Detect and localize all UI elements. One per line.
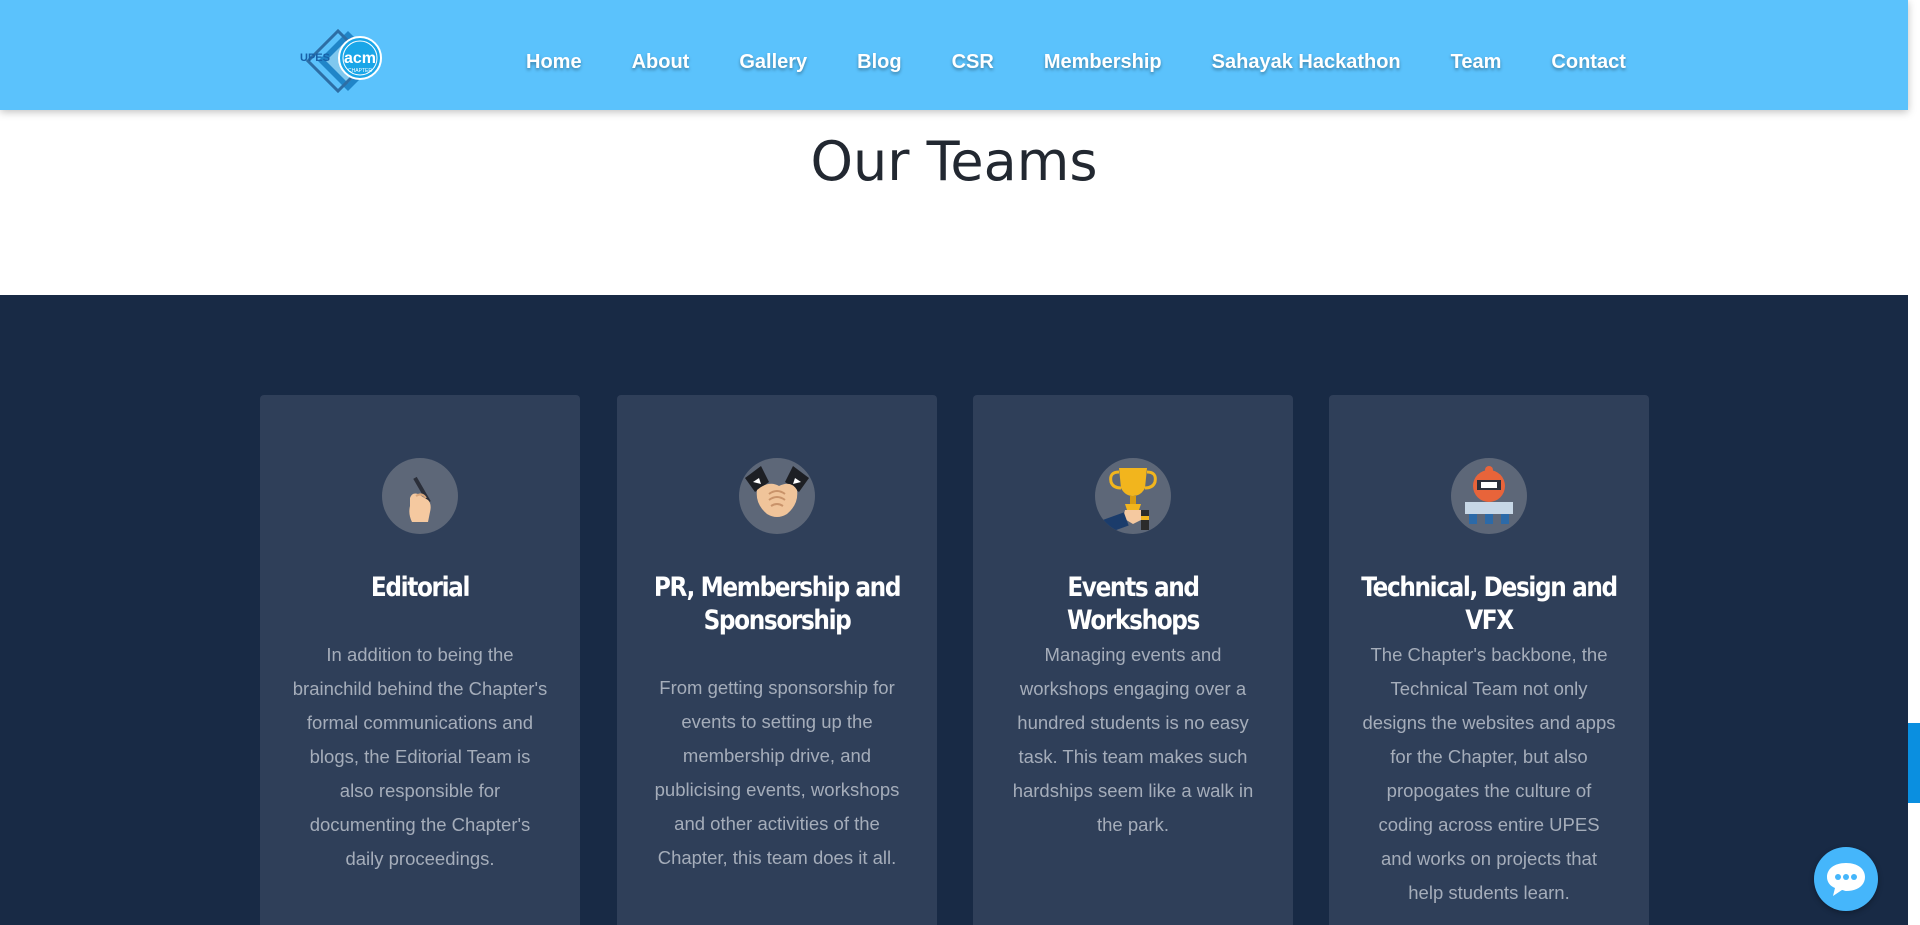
team-card-pr-membership: PR, Membership and Sponsorship From gett… xyxy=(617,395,937,925)
teams-section: Editorial In addition to being the brain… xyxy=(0,295,1908,925)
scrollbar-thumb[interactable] xyxy=(1908,723,1920,803)
text-line: task. This team makes such xyxy=(1018,746,1248,767)
team-description: Managing events and workshops engaging o… xyxy=(993,638,1273,842)
navbar: acm CHAPTER UPES Home About Gallery Blog… xyxy=(0,0,1908,110)
hero-section: Our Teams xyxy=(0,110,1908,295)
team-title: Technical, Design and VFX xyxy=(1361,572,1618,636)
text-line: brainchild behind the Chapter's xyxy=(292,678,548,699)
text-line: events to setting up the xyxy=(681,711,873,732)
nav-about[interactable]: About xyxy=(632,51,690,74)
nav-csr[interactable]: CSR xyxy=(952,51,994,74)
team-title: PR, Membership and Sponsorship xyxy=(648,571,906,637)
team-title: Editorial xyxy=(370,572,471,603)
team-description: The Chapter's backbone, the Technical Te… xyxy=(1349,638,1629,910)
text-line: propogates the culture of xyxy=(1386,780,1592,801)
page-title: Our Teams xyxy=(810,130,1098,193)
nav-home[interactable]: Home xyxy=(526,51,582,74)
text-line: publicising events, workshops xyxy=(654,779,900,800)
text-line: In addition to being the xyxy=(326,644,514,665)
logo-text: acm xyxy=(344,50,376,67)
text-line: Technical Team not only xyxy=(1390,678,1588,699)
text-line: coding across entire UPES xyxy=(1378,814,1600,835)
nav-gallery[interactable]: Gallery xyxy=(739,51,807,74)
robot-coder-icon xyxy=(1451,458,1527,534)
nav-team[interactable]: Team xyxy=(1451,51,1502,74)
text-line: hundred students is no easy xyxy=(1017,712,1249,733)
text-line: designs the websites and apps xyxy=(1362,712,1616,733)
acm-logo[interactable]: acm CHAPTER UPES xyxy=(298,28,396,94)
text-line: help students learn. xyxy=(1408,882,1570,903)
text-line: From getting sponsorship for xyxy=(659,677,895,698)
handshake-icon xyxy=(739,458,815,534)
logo-prefix: UPES xyxy=(300,52,330,64)
chat-button[interactable] xyxy=(1814,847,1878,911)
text-line: workshops engaging over a xyxy=(1019,678,1247,699)
team-card-technical: Technical, Design and VFX The Chapter's … xyxy=(1329,395,1649,925)
text-line: blogs, the Editorial Team is xyxy=(309,746,531,767)
text-line: the park. xyxy=(1097,814,1169,835)
nav-contact[interactable]: Contact xyxy=(1551,51,1625,74)
nav-blog[interactable]: Blog xyxy=(857,51,901,74)
main-nav: Home About Gallery Blog CSR Membership S… xyxy=(526,51,1626,74)
text-line: also responsible for xyxy=(339,780,501,801)
nav-sahayak-hackathon[interactable]: Sahayak Hackathon xyxy=(1212,51,1401,74)
text-line: hardships seem like a walk in xyxy=(1012,780,1254,801)
text-line: The Chapter's backbone, the xyxy=(1370,644,1608,665)
team-title-line: Sponsorship xyxy=(703,605,852,636)
nav-membership[interactable]: Membership xyxy=(1044,51,1162,74)
team-description: From getting sponsorship for events to s… xyxy=(637,671,917,875)
hand-writing-icon xyxy=(382,458,458,534)
chat-bubble-icon xyxy=(1827,863,1865,896)
text-line: membership drive, and xyxy=(682,745,872,766)
team-title: Events and Workshops xyxy=(1066,572,1200,636)
text-line: and other activities of the xyxy=(674,813,880,834)
text-line: daily proceedings. xyxy=(345,848,495,869)
text-line: formal communications and xyxy=(306,712,534,733)
text-line: documenting the Chapter's xyxy=(309,814,531,835)
text-line: Chapter, this team does it all. xyxy=(657,847,897,868)
team-card-editorial: Editorial In addition to being the brain… xyxy=(260,395,580,925)
text-line: Managing events and xyxy=(1044,644,1222,665)
team-card-events: Events and Workshops Managing events and… xyxy=(973,395,1293,925)
team-title-line: PR, Membership and xyxy=(653,572,902,603)
team-description: In addition to being the brainchild behi… xyxy=(280,638,560,876)
text-line: and works on projects that xyxy=(1381,848,1597,869)
trophy-icon xyxy=(1095,458,1171,534)
text-line: for the Chapter, but also xyxy=(1390,746,1588,767)
logo-suffix: CHAPTER xyxy=(348,68,372,74)
